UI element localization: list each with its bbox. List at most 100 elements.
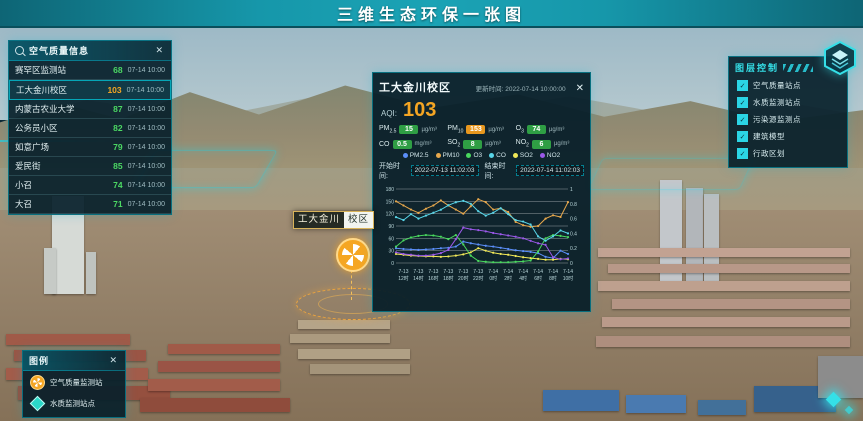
pollutant-name: O3: [516, 125, 524, 134]
station-panel-header: 空气质量信息 ✕: [9, 41, 171, 61]
svg-text:0.2: 0.2: [570, 246, 577, 252]
svg-text:7-13: 7-13: [413, 269, 423, 275]
station-time: 07-14 10:00: [128, 163, 165, 170]
station-list-panel: 空气质量信息 ✕ 赛罕区监测站6807-14 10:00工大金川校区10307-…: [8, 40, 172, 215]
station-name: 大召: [15, 198, 101, 210]
legend-label: SO2: [520, 152, 533, 159]
station-time: 07-14 10:00: [127, 87, 164, 94]
station-name: 内蒙古农业大学: [15, 103, 101, 115]
air-station-marker-icon[interactable]: [336, 238, 370, 272]
pollutant-value-badge: 74: [527, 125, 546, 134]
station-panel-title: 空气质量信息: [29, 44, 148, 57]
legend-panel-title: 图例: [29, 354, 102, 367]
aqi-value: 103: [403, 99, 436, 122]
search-icon[interactable]: [15, 46, 24, 55]
page-title: 三维生态环保一张图: [337, 1, 526, 25]
chart-legend-item[interactable]: PM10: [436, 152, 460, 159]
close-icon[interactable]: ✕: [107, 355, 119, 366]
layers-icon[interactable]: [822, 40, 858, 76]
billboard-label: 工大金川: [294, 212, 344, 228]
close-icon[interactable]: ✕: [576, 83, 584, 94]
building: [818, 356, 863, 398]
building: [612, 299, 850, 309]
station-aqi-value: 87: [101, 104, 123, 114]
chart-legend-item[interactable]: O3: [466, 152, 482, 159]
legend-list: 空气质量监测站水质监测站点: [23, 371, 125, 413]
svg-text:0.4: 0.4: [570, 231, 577, 237]
layer-item[interactable]: ✓ 建筑模型: [729, 128, 847, 145]
station-name: 赛罕区监测站: [15, 64, 101, 76]
chart-legend-item[interactable]: SO2: [513, 152, 533, 159]
layer-checkbox[interactable]: ✓: [737, 131, 748, 142]
station-billboard[interactable]: 工大金川 校区: [293, 211, 374, 229]
pollutant-name: CO: [379, 141, 390, 148]
pollutant-value-badge: 6: [532, 140, 551, 149]
top-banner: 三维生态环保一张图: [0, 0, 863, 28]
building: [598, 248, 850, 257]
station-aqi-value: 85: [101, 161, 123, 171]
svg-text:60: 60: [388, 236, 394, 242]
layer-checkbox[interactable]: ✓: [737, 80, 748, 91]
billboard-label-tail: 校区: [344, 212, 373, 228]
pollutant-value-badge: 8: [463, 140, 482, 149]
station-row[interactable]: 赛罕区监测站68 07-14 10:00: [9, 61, 171, 80]
chart-legend-item[interactable]: CO: [489, 152, 506, 159]
building: [6, 334, 130, 345]
svg-text:2时: 2时: [504, 275, 512, 282]
station-name: 公务员小区: [15, 122, 101, 134]
layer-label: 污染源监测点: [753, 114, 801, 125]
station-time: 07-14 10:00: [128, 67, 165, 74]
station-aqi-value: 79: [101, 142, 123, 152]
aqi-row: AQI: 103: [381, 99, 584, 122]
building: [44, 248, 56, 294]
pollutant-value-badge: 0.5: [393, 140, 412, 149]
close-icon[interactable]: ✕: [153, 45, 165, 56]
station-row[interactable]: 爱民街8507-14 10:00: [9, 157, 171, 176]
layer-item[interactable]: ✓ 污染源监测点: [729, 111, 847, 128]
layer-item[interactable]: ✓ 水质监测站点: [729, 94, 847, 111]
map-legend-panel: 图例 ✕ 空气质量监测站水质监测站点: [22, 350, 126, 418]
legend-label: PM10: [443, 152, 460, 159]
station-row[interactable]: 小召7407-14 10:00: [9, 176, 171, 195]
legend-label: PM2.5: [410, 152, 429, 159]
pollutant-unit: µg/m³: [554, 141, 569, 147]
chart-legend-item[interactable]: PM2.5: [403, 152, 429, 159]
pollutant-trend-chart: 030609012015018000.20.40.60.817-1312时7-1…: [379, 183, 584, 300]
layer-checkbox[interactable]: ✓: [737, 148, 748, 159]
legend-panel-header: 图例 ✕: [23, 351, 125, 371]
layer-label: 建筑模型: [753, 131, 785, 142]
pollutant-unit: mg/m³: [415, 141, 432, 147]
svg-text:120: 120: [386, 211, 395, 217]
pollutant-unit: µg/m³: [485, 141, 500, 147]
svg-text:7-14: 7-14: [503, 269, 513, 275]
station-time: 07-14 10:00: [128, 201, 165, 208]
chart-legend-item[interactable]: NO2: [540, 152, 560, 159]
station-row[interactable]: 公务员小区8207-14 10:00: [9, 119, 171, 138]
layer-label: 行政区划: [753, 148, 785, 159]
svg-text:0时: 0时: [489, 275, 497, 282]
popup-header: 工大金川校区 更新时间: 2022-07-14 10:00:00 ✕: [379, 79, 584, 95]
pollutant-cell: SO28µg/m³: [447, 139, 515, 148]
building: [140, 398, 290, 412]
legend-item: 水质监测站点: [23, 392, 125, 413]
station-aqi-value: 68: [101, 65, 123, 75]
svg-text:0.8: 0.8: [570, 202, 577, 208]
layer-item[interactable]: ✓ 行政区划: [729, 145, 847, 162]
pollutant-name: PM2.5: [379, 125, 396, 134]
legend-dot: [466, 153, 471, 158]
start-time-input[interactable]: 2022-07-13 11:02:03: [411, 165, 479, 176]
station-row[interactable]: 工大金川校区10307-14 10:00: [9, 80, 171, 100]
station-row[interactable]: 大召7107-14 10:00: [9, 195, 171, 214]
station-aqi-value: 74: [101, 180, 123, 190]
station-row[interactable]: 如意广场7907-14 10:00: [9, 138, 171, 157]
layer-label: 水质监测站点: [753, 97, 801, 108]
svg-text:0: 0: [570, 261, 573, 267]
pollutant-name: NO2: [516, 139, 529, 148]
building: [310, 364, 410, 374]
station-row[interactable]: 内蒙古农业大学8707-14 10:00: [9, 100, 171, 119]
layer-item[interactable]: ✓空气质量站点: [729, 77, 847, 94]
layer-checkbox[interactable]: ✓: [737, 97, 748, 108]
svg-text:7-14: 7-14: [488, 269, 498, 275]
end-time-input[interactable]: 2022-07-14 11:02:03: [516, 165, 584, 176]
layer-checkbox[interactable]: ✓: [737, 114, 748, 125]
